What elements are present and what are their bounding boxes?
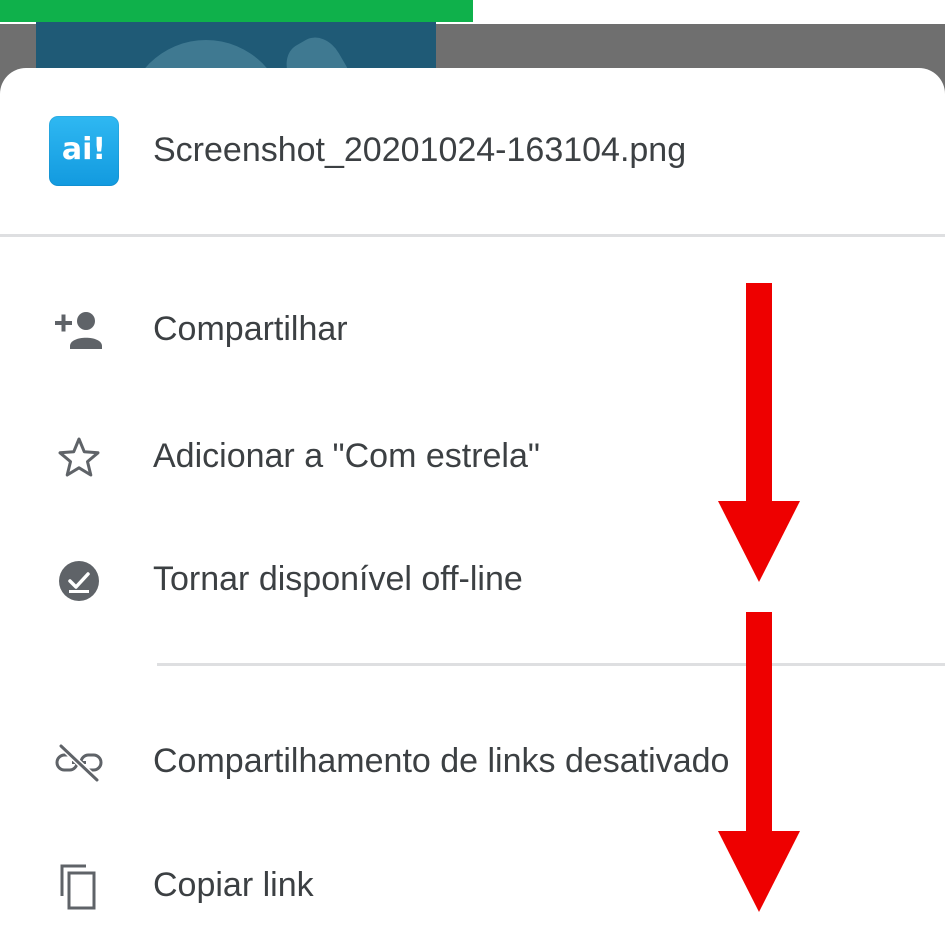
bottom-sheet-menu: ai! Screenshot_20201024-163104.png Compa… <box>0 68 945 945</box>
star-outline-icon <box>52 433 106 481</box>
copy-icon <box>52 862 106 910</box>
section-divider <box>157 663 945 666</box>
header-divider <box>0 234 945 237</box>
file-app-icon-text: ai! <box>61 132 107 167</box>
menu-item-make-offline[interactable]: Tornar disponível off-line <box>0 528 945 632</box>
person-add-icon <box>52 306 106 354</box>
menu-item-copy-link[interactable]: Copiar link <box>0 834 945 938</box>
menu-item-share[interactable]: Compartilhar <box>0 278 945 382</box>
menu-item-label: Tornar disponível off-line <box>153 560 523 598</box>
file-header: ai! Screenshot_20201024-163104.png <box>0 68 945 234</box>
menu-item-label: Compartilhar <box>153 310 348 348</box>
offline-check-icon <box>52 556 106 604</box>
link-off-icon <box>52 738 106 786</box>
menu-item-add-starred[interactable]: Adicionar a "Com estrela" <box>0 405 945 509</box>
file-app-icon: ai! <box>49 116 119 186</box>
menu-item-label: Compartilhamento de links desativado <box>153 742 730 780</box>
menu-item-link-sharing-off[interactable]: Compartilhamento de links desativado <box>0 710 945 814</box>
menu-item-label: Copiar link <box>153 866 314 904</box>
menu-item-label: Adicionar a "Com estrela" <box>153 437 540 475</box>
top-progress-bar <box>0 0 945 24</box>
file-name: Screenshot_20201024-163104.png <box>153 131 687 169</box>
upload-progress-fill <box>0 0 473 22</box>
